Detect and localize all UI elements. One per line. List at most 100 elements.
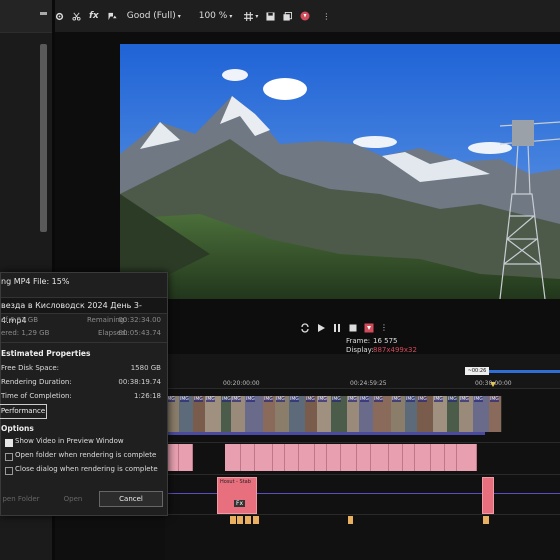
audio-clip[interactable] <box>179 444 193 471</box>
close-dialog-label: Close dialog when rendering is complete <box>15 465 158 473</box>
collapse-icon[interactable] <box>40 12 47 15</box>
quality-dropdown[interactable]: Good (Full) ▾ <box>127 11 181 21</box>
open-button[interactable]: Open <box>53 492 93 506</box>
completion-value: 1:26:18 <box>134 392 161 400</box>
audio-clip[interactable] <box>241 444 255 471</box>
completion-label: Time of Completion: <box>1 392 72 400</box>
video-clip-label: IMG <box>474 397 483 402</box>
track-divider <box>165 388 560 389</box>
marker-chip[interactable] <box>237 516 243 524</box>
more-icon[interactable]: ⋮ <box>380 323 388 332</box>
video-clip-thumbnail[interactable]: IMG <box>433 396 448 432</box>
audio-clip[interactable] <box>445 444 457 471</box>
close-dialog-checkbox[interactable] <box>5 467 13 475</box>
quality-value: Good (Full) <box>126 11 176 21</box>
video-clip-label: IMG <box>264 397 273 402</box>
left-panel-scrollbar[interactable] <box>40 44 47 232</box>
video-clip-thumbnail[interactable]: IMG <box>179 396 194 432</box>
rendered-size: ered: 1,29 GB <box>1 329 50 337</box>
audio-clip[interactable] <box>299 444 315 471</box>
video-clip-thumbnail[interactable]: IMG <box>391 396 406 432</box>
progress-total: of 6,81 GB <box>1 316 39 324</box>
video-clip-thumbnail[interactable]: IMG <box>245 396 264 432</box>
audio-clip[interactable]: Hosut - Stab Fx <box>217 477 257 514</box>
gear-icon[interactable] <box>55 12 64 21</box>
audio-clip[interactable] <box>255 444 273 471</box>
open-folder-checkbox[interactable] <box>5 453 13 461</box>
open-folder-button[interactable]: pen Folder <box>1 492 41 506</box>
audio-clip[interactable] <box>403 444 415 471</box>
audio-clip[interactable] <box>482 477 494 514</box>
video-clip-thumbnail[interactable]: IMG <box>205 396 222 432</box>
pause-icon[interactable] <box>332 318 342 337</box>
performance-button[interactable]: Performance <box>0 404 47 419</box>
audio-clip[interactable] <box>225 444 241 471</box>
video-preview <box>120 44 560 299</box>
audio-clip[interactable] <box>415 444 431 471</box>
marker-chip[interactable] <box>245 516 251 524</box>
video-clip-label: IMG <box>418 397 427 402</box>
video-clip-thumbnail[interactable]: IMG <box>231 396 246 432</box>
audio-clip-label: Hosut - Stab <box>220 479 251 485</box>
video-clip-thumbnail[interactable]: IMG <box>331 396 348 432</box>
video-clip-thumbnail[interactable]: IMG <box>417 396 434 432</box>
loop-icon[interactable] <box>300 318 310 337</box>
video-clip-label: IMG <box>306 397 315 402</box>
audio-clip[interactable] <box>273 444 285 471</box>
audio-clip[interactable] <box>371 444 389 471</box>
marker-track[interactable] <box>165 514 560 526</box>
marker-chip[interactable] <box>230 516 236 524</box>
overlay-icon[interactable] <box>107 12 119 21</box>
timeline[interactable]: ~00:26 00:20:00:00 00:24:59:25 00:30:00:… <box>165 354 560 560</box>
marker-chip[interactable] <box>348 516 353 524</box>
more-icon[interactable]: ⋮ <box>322 12 330 21</box>
video-clip-label: IMG <box>290 397 299 402</box>
audio-clip[interactable] <box>431 444 445 471</box>
video-clip-thumbnail[interactable]: IMG <box>359 396 374 432</box>
show-video-checkbox[interactable] <box>5 439 13 447</box>
video-clip-label: IMG <box>246 397 255 402</box>
audio-clip[interactable] <box>389 444 403 471</box>
marker-icon[interactable] <box>364 318 374 337</box>
video-clip-thumbnail[interactable]: IMG <box>473 396 490 432</box>
elapsed-value: 00:05:43.74 <box>118 329 161 337</box>
marker-chip[interactable] <box>253 516 259 524</box>
free-disk-value: 1580 GB <box>130 364 161 372</box>
save-icon[interactable] <box>266 11 275 21</box>
grid-icon[interactable]: ▾ <box>244 11 258 21</box>
zoom-dropdown[interactable]: 100 % ▾ <box>199 11 233 21</box>
audio-clip[interactable] <box>327 444 341 471</box>
video-clip-label: IMG <box>490 397 499 402</box>
copy-icon[interactable] <box>283 11 293 21</box>
frame-info: Frame: 16 575 Display:887x499x32 <box>346 337 417 355</box>
cancel-button[interactable]: Cancel <box>99 491 163 507</box>
audio-clip[interactable] <box>457 444 477 471</box>
render-dialog: ng MP4 File: 15% везда в Кисловодск 2024… <box>0 272 168 516</box>
video-track-bar <box>165 432 485 435</box>
video-track[interactable]: IMG IMG IMG IMG IMG IMG IMG IMG IMG IMG IMG IMG IMG I… <box>165 396 560 440</box>
zoom-value: 100 % <box>198 11 228 21</box>
timeline-ruler[interactable]: ~00:26 00:20:00:00 00:24:59:25 00:30:00:… <box>165 354 560 388</box>
audio-track[interactable] <box>165 444 560 472</box>
play-icon[interactable] <box>316 318 326 337</box>
video-clip-label: IMG <box>348 397 357 402</box>
video-clip-thumbnail[interactable]: IMG <box>317 396 332 432</box>
stop-icon[interactable] <box>348 318 358 337</box>
fx-icon[interactable]: fx <box>89 11 99 21</box>
audio-clip[interactable] <box>357 444 371 471</box>
video-clip-label: IMG <box>180 397 189 402</box>
fx-badge: Fx <box>234 500 246 507</box>
video-clip-thumbnail[interactable]: IMG <box>459 396 474 432</box>
audio-clip[interactable] <box>315 444 327 471</box>
scissors-icon[interactable] <box>72 12 81 21</box>
marker-chip[interactable] <box>483 516 489 524</box>
video-clip-label: IMG <box>194 397 203 402</box>
video-clip-thumbnail[interactable]: IMG <box>489 396 502 432</box>
video-clip-thumbnail[interactable]: IMG <box>289 396 306 432</box>
record-icon[interactable] <box>300 11 310 21</box>
chevron-down-icon: ▾ <box>177 12 181 20</box>
audio-clip[interactable] <box>341 444 357 471</box>
audio-clip[interactable] <box>285 444 299 471</box>
video-clip-thumbnail[interactable]: IMG <box>373 396 392 432</box>
video-clip-thumbnail[interactable]: IMG <box>275 396 290 432</box>
